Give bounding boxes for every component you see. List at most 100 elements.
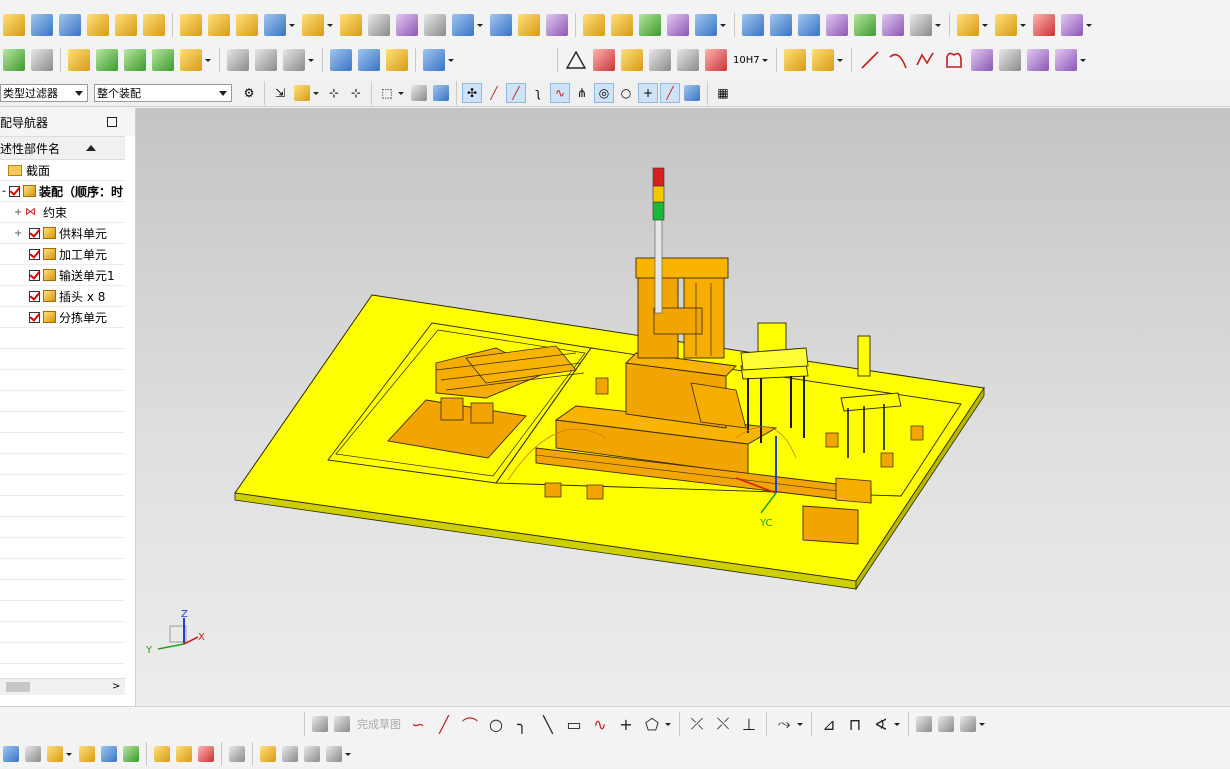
symbol-icon[interactable]: [227, 49, 249, 71]
check-clearance-icon[interactable]: [198, 746, 214, 762]
snap-curve-icon[interactable]: ʅ: [528, 83, 548, 103]
visibility-checkbox[interactable]: [29, 227, 40, 239]
expand-icon[interactable]: +: [14, 228, 22, 239]
constraint-tools-dropdown[interactable]: [979, 713, 985, 735]
thread-icon[interactable]: [330, 49, 352, 71]
snap-quadrant-icon[interactable]: ○: [616, 83, 636, 103]
surface-icon[interactable]: [639, 14, 661, 36]
tree-row-section[interactable]: 截面: [0, 160, 125, 181]
trim-dropdown[interactable]: [327, 14, 333, 36]
sequence-icon[interactable]: [229, 746, 245, 762]
unite-icon[interactable]: [264, 14, 286, 36]
quick-extend-icon[interactable]: ⤬: [712, 714, 734, 734]
sort-ascending-icon[interactable]: [86, 145, 96, 151]
closed-curve-icon[interactable]: [943, 49, 965, 71]
box-icon[interactable]: [583, 14, 605, 36]
block-icon[interactable]: [59, 14, 81, 36]
tree-row-sorting-unit[interactable]: 分拣单元: [0, 307, 125, 328]
datum-axis-icon[interactable]: [621, 49, 643, 71]
sketch-spline-icon[interactable]: ∿: [589, 715, 611, 734]
tolerance-fit-icon[interactable]: 10H7: [733, 55, 760, 66]
arc-icon[interactable]: [887, 49, 909, 71]
tolerance-dropdown[interactable]: [762, 49, 768, 71]
trim-body-icon[interactable]: [302, 14, 324, 36]
driver-icon[interactable]: [304, 746, 320, 762]
assembly-constraint-icon[interactable]: [101, 746, 117, 762]
maximize-icon[interactable]: [107, 117, 117, 127]
mesh-surface-icon[interactable]: [770, 14, 792, 36]
gear-icon[interactable]: [386, 49, 408, 71]
visibility-checkbox[interactable]: [29, 269, 40, 281]
spring-icon[interactable]: [358, 49, 380, 71]
snap-midpoint-icon[interactable]: ╱: [484, 83, 504, 103]
extrude-icon[interactable]: [3, 14, 25, 36]
pattern-icon[interactable]: [208, 14, 230, 36]
horizontal-scrollbar[interactable]: >: [0, 678, 125, 695]
make-corner-icon[interactable]: ⊥: [738, 715, 760, 734]
dimension-icon[interactable]: [705, 49, 727, 71]
component-pattern-icon[interactable]: [176, 746, 192, 762]
offset-curve-icon[interactable]: ⤳: [773, 714, 795, 734]
dimension-dropdown[interactable]: [894, 713, 900, 735]
sketch-tool-icon[interactable]: [255, 49, 277, 71]
visibility-checkbox[interactable]: [9, 185, 20, 197]
draft-icon[interactable]: [368, 14, 390, 36]
select-dropdown[interactable]: [313, 82, 319, 104]
array-icon[interactable]: [236, 14, 258, 36]
tag-icon[interactable]: [124, 49, 146, 71]
emboss-icon[interactable]: [96, 49, 118, 71]
offset-curve-icon[interactable]: [971, 49, 993, 71]
boss-icon[interactable]: [546, 14, 568, 36]
thicken-icon[interactable]: [396, 14, 418, 36]
visibility-checkbox[interactable]: [29, 311, 40, 323]
layer-settings-icon[interactable]: [31, 49, 53, 71]
blend-icon[interactable]: [115, 14, 137, 36]
offset-dropdown[interactable]: [797, 713, 803, 735]
tree-row-plug[interactable]: 插头 x 8: [0, 286, 125, 307]
motion-icon[interactable]: [260, 746, 276, 762]
cylinder-icon[interactable]: [87, 14, 109, 36]
column-header[interactable]: 描述性部件名: [0, 136, 125, 160]
type-filter-select[interactable]: 类型过滤器: [0, 84, 88, 102]
collapse-icon[interactable]: -: [2, 186, 9, 197]
measure-dropdown[interactable]: [345, 743, 351, 765]
finish-sketch-label[interactable]: 完成草图: [357, 716, 401, 732]
angle-dimension-icon[interactable]: ∢: [870, 715, 892, 734]
snap-on-curve-icon[interactable]: ╱: [660, 83, 680, 103]
cable-dropdown[interactable]: [448, 49, 454, 71]
auto-constrain-icon[interactable]: [938, 716, 954, 732]
note-icon[interactable]: [68, 49, 90, 71]
snap-intersection-icon[interactable]: ∿: [550, 83, 570, 103]
sketch-chamfer-icon[interactable]: ╲: [537, 715, 559, 734]
visibility-checkbox[interactable]: [29, 248, 40, 260]
rectangle-select-icon[interactable]: ⬚: [377, 83, 397, 103]
move-face-icon[interactable]: [180, 14, 202, 36]
scope-select[interactable]: 整个装配: [94, 84, 232, 102]
select-body-icon[interactable]: [411, 85, 427, 101]
scrollbar-thumb[interactable]: [6, 682, 30, 692]
curve-dropdown[interactable]: [1080, 49, 1086, 71]
align-dropdown[interactable]: [308, 49, 314, 71]
graphics-window[interactable]: YC Z X Y: [136, 108, 1230, 706]
align-icon[interactable]: [283, 49, 305, 71]
refset-dropdown[interactable]: [1086, 14, 1092, 36]
assembly-add-icon[interactable]: [957, 14, 979, 36]
point-set-icon[interactable]: [649, 49, 671, 71]
add-component-icon[interactable]: [47, 746, 63, 762]
view-triad[interactable]: Z X Y: [145, 609, 205, 656]
project-curve-icon[interactable]: [999, 49, 1021, 71]
profile-icon[interactable]: ∽: [407, 715, 429, 734]
reference-set-icon[interactable]: [1061, 14, 1083, 36]
tree-row-constraints[interactable]: + ⋈ 约束: [0, 202, 125, 223]
finish-sketch-icon[interactable]: [334, 716, 350, 732]
geometric-constraint-icon[interactable]: ⊿: [818, 715, 840, 734]
sketch-arc-icon[interactable]: ⌒: [459, 712, 481, 736]
grid-icon[interactable]: ▦: [713, 83, 733, 103]
wave-icon[interactable]: [1033, 14, 1055, 36]
extract-curve-icon[interactable]: [1055, 49, 1077, 71]
snap-tangent-icon[interactable]: ⋔: [572, 83, 592, 103]
spline-icon[interactable]: [915, 49, 937, 71]
explode-icon[interactable]: [123, 746, 139, 762]
sketch-point-icon[interactable]: +: [615, 715, 637, 734]
select-feature-icon[interactable]: ⇲: [270, 83, 290, 103]
